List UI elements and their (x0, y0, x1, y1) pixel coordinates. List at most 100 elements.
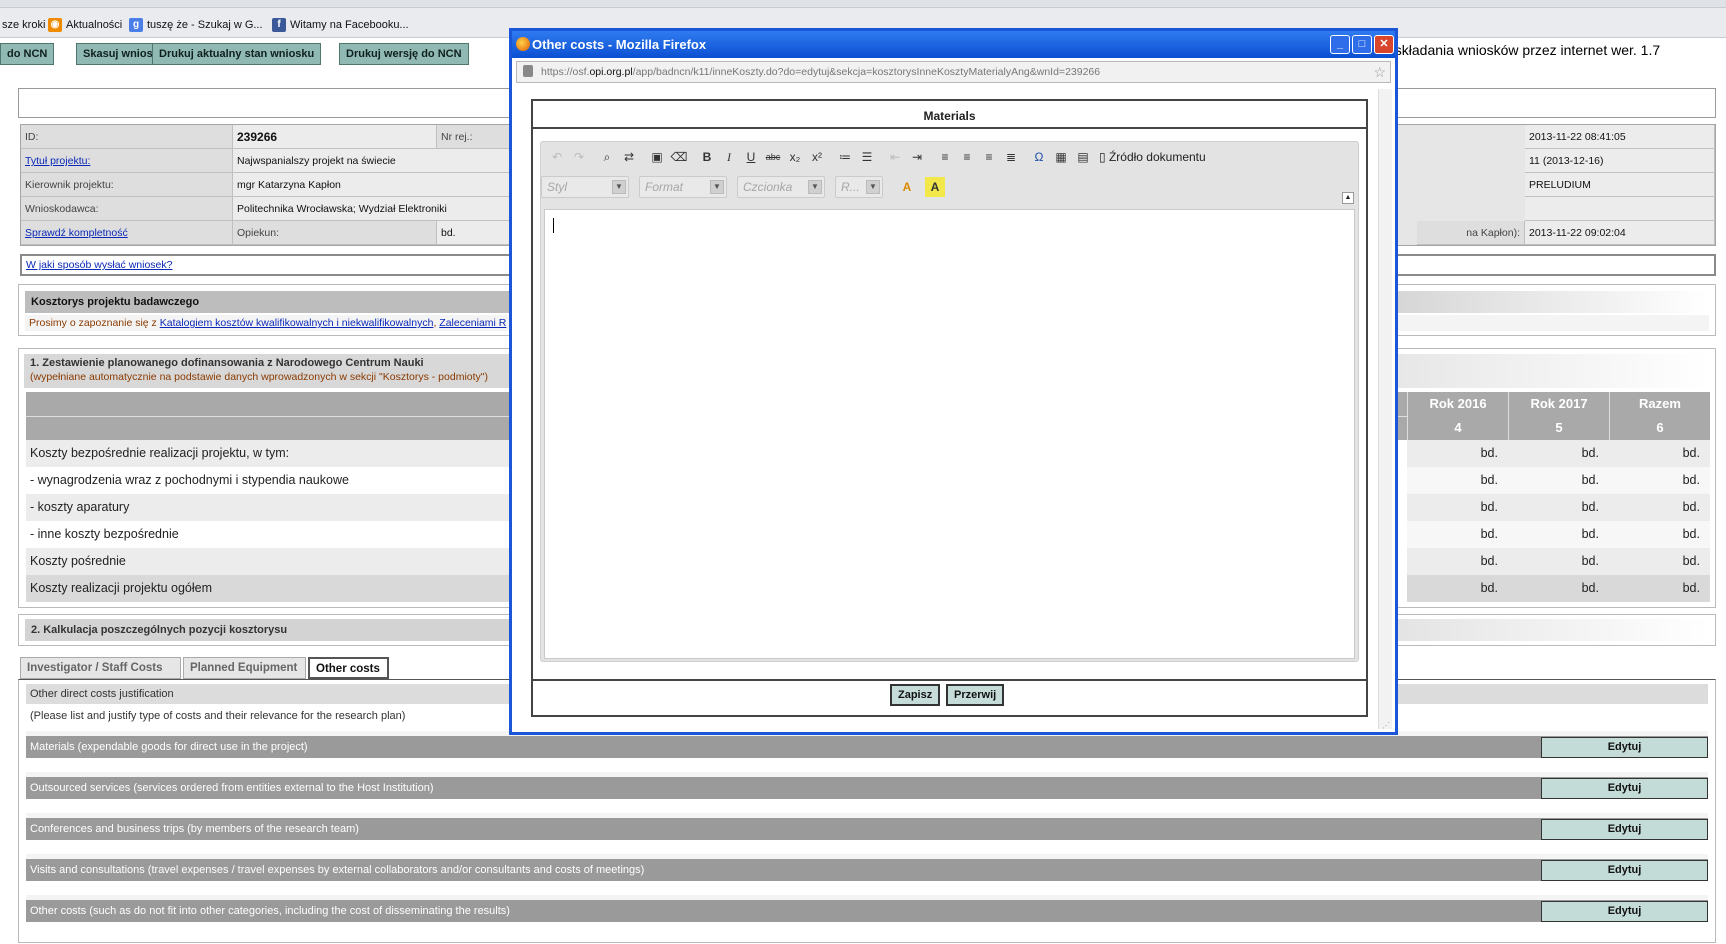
google-icon: g (129, 18, 143, 32)
bookmark-label: tuszę że - Szukaj w G... (147, 19, 263, 31)
eraser-icon[interactable]: ⌫ (669, 147, 689, 167)
edit-button[interactable]: Edytuj (1541, 737, 1708, 758)
print-ncn-version-button[interactable]: Drukuj wersję do NCN (339, 43, 469, 65)
cost-item-row: Visits and consultations (travel expense… (26, 854, 1708, 881)
italic-icon[interactable]: I (719, 147, 739, 167)
modified-date: 2013-11-22 09:02:04 (1525, 221, 1715, 245)
catalog-link[interactable]: Katalogiem kosztów kwalifikowalnych i ni… (160, 317, 434, 329)
firefox-icon (516, 37, 530, 51)
subscript-icon[interactable]: x₂ (785, 147, 805, 167)
tab-staff-costs[interactable]: Investigator / Staff Costs (20, 657, 181, 679)
image-icon[interactable]: ▦ (1051, 147, 1071, 167)
recommendations-link[interactable]: Zaleceniami R (439, 317, 506, 329)
project-title-link[interactable]: Tytuł projektu: (25, 155, 90, 167)
cost-value: bd. (1407, 494, 1508, 521)
undo-icon[interactable]: ↶ (547, 147, 567, 167)
editor-content-area[interactable] (544, 209, 1355, 659)
how-to-send-link[interactable]: W jaki sposób wysłać wniosek? (26, 259, 172, 271)
style-combo[interactable]: Styl ▼ (541, 176, 629, 198)
align-right-icon[interactable]: ≡ (979, 147, 999, 167)
dialog-scrollbar[interactable] (1378, 89, 1392, 729)
url-path: /app/badncn/k11/inneKoszty.do?do=edytuj&… (632, 66, 1101, 78)
edit-button[interactable]: Edytuj (1541, 778, 1708, 799)
url-bar[interactable]: https://osf.opi.org.pl/app/badncn/k11/in… (516, 61, 1391, 83)
align-center-icon[interactable]: ≡ (957, 147, 977, 167)
collapse-toolbar-icon[interactable]: ▲ (1342, 192, 1354, 204)
size-combo[interactable]: R... ▼ (835, 176, 883, 198)
bookmark-1[interactable]: sze kroki (2, 17, 45, 33)
background-color-icon[interactable]: A (925, 177, 945, 197)
section1-title: 1. Zestawienie planowanego dofinansowani… (30, 357, 424, 369)
style-combo-label: Styl (547, 180, 568, 194)
font-combo-label: Czcionka (743, 180, 793, 194)
col-total: Razem (1609, 392, 1710, 416)
close-button[interactable]: ✕ (1374, 35, 1394, 54)
cost-item-row: Conferences and business trips (by membe… (26, 813, 1708, 840)
font-combo[interactable]: Czcionka ▼ (737, 176, 825, 198)
outdent-icon[interactable]: ⇤ (885, 147, 905, 167)
cost-value: bd. (1609, 548, 1710, 575)
indent-icon[interactable]: ⇥ (907, 147, 927, 167)
justify-icon[interactable]: ≣ (1001, 147, 1021, 167)
edit-button[interactable]: Edytuj (1541, 819, 1708, 840)
find-icon[interactable]: ⌕ (597, 147, 617, 167)
project-title-link-cell: Tytuł projektu: (21, 149, 233, 173)
tab-planned-equipment[interactable]: Planned Equipment (183, 657, 306, 679)
check-completeness-link[interactable]: Sprawdź kompletność (25, 227, 128, 239)
maximize-button[interactable]: □ (1352, 35, 1372, 54)
bookmark-2[interactable]: ◉ Aktualności (48, 17, 122, 33)
applicant-value: Politechnika Wrocławska; Wydział Elektro… (233, 197, 533, 221)
cost-value: bd. (1407, 575, 1508, 602)
source-button[interactable]: ▯ Źródło dokumentu (1099, 147, 1206, 167)
text-color-icon[interactable]: A (897, 177, 917, 197)
save-button[interactable]: Zapisz (890, 684, 941, 706)
rss-icon: ◉ (48, 18, 62, 32)
special-char-icon[interactable]: Ω (1029, 147, 1049, 167)
align-left-icon[interactable]: ≡ (935, 147, 955, 167)
app-title: uł składania wniosków przez internet wer… (1380, 42, 1661, 58)
table-icon[interactable]: ▤ (1073, 147, 1093, 167)
bullet-list-icon[interactable]: ☰ (857, 147, 877, 167)
format-combo[interactable]: Format ▼ (639, 176, 727, 198)
tab-other-costs[interactable]: Other costs (308, 657, 389, 679)
replace-icon[interactable]: ⇄ (619, 147, 639, 167)
cost-item-row: Materials (expendable goods for direct u… (26, 731, 1708, 758)
superscript-icon[interactable]: x² (807, 147, 827, 167)
cost-item-row: Other costs (such as do not fit into oth… (26, 895, 1708, 922)
cost-value: bd. (1609, 440, 1710, 467)
resize-grip-icon[interactable]: ⋰ (1382, 721, 1392, 731)
strikethrough-icon[interactable]: abc (763, 147, 783, 167)
bookmark-label: Aktualności (66, 19, 123, 31)
empty-cell (1525, 197, 1715, 221)
cost-value: bd. (1407, 467, 1508, 494)
minimize-button[interactable]: _ (1330, 35, 1350, 54)
cost-value: bd. (1508, 494, 1609, 521)
check-completeness-cell: Sprawdź kompletność (21, 221, 233, 245)
url-host: opi.org.pl (589, 66, 633, 78)
bookmark-4[interactable]: f Witamy na Facebooku... (272, 17, 409, 33)
redo-icon[interactable]: ↷ (569, 147, 589, 167)
cost-value: bd. (1508, 521, 1609, 548)
editor-title: Materials (533, 101, 1366, 129)
editor-frame: Materials ↶ ↷ ⌕ ⇄ ▣ ⌫ B I U abc x₂ x² ≔ … (531, 99, 1368, 717)
cancel-button[interactable]: Przerwij (946, 684, 1005, 706)
call-type: PRELUDIUM (1525, 173, 1715, 197)
document-icon: ▯ (1099, 150, 1106, 164)
right-note: na Kapłon): (1417, 221, 1525, 245)
lock-icon (523, 65, 533, 77)
cost-value: bd. (1609, 521, 1710, 548)
cost-value: bd. (1609, 575, 1710, 602)
edit-button[interactable]: Edytuj (1541, 860, 1708, 881)
facebook-icon: f (272, 18, 286, 32)
bold-icon[interactable]: B (697, 147, 717, 167)
numbered-list-icon[interactable]: ≔ (835, 147, 855, 167)
bookmark-label: sze kroki (2, 19, 46, 31)
star-icon[interactable]: ☆ (1373, 62, 1386, 82)
browser-top-strip (0, 0, 1726, 8)
edit-button[interactable]: Edytuj (1541, 901, 1708, 922)
underline-icon[interactable]: U (741, 147, 761, 167)
select-all-icon[interactable]: ▣ (647, 147, 667, 167)
bookmark-3[interactable]: g tuszę że - Szukaj w G... (129, 17, 263, 33)
print-current-button[interactable]: Drukuj aktualny stan wniosku (152, 43, 322, 65)
send-to-ncn-button[interactable]: do NCN (0, 43, 55, 65)
